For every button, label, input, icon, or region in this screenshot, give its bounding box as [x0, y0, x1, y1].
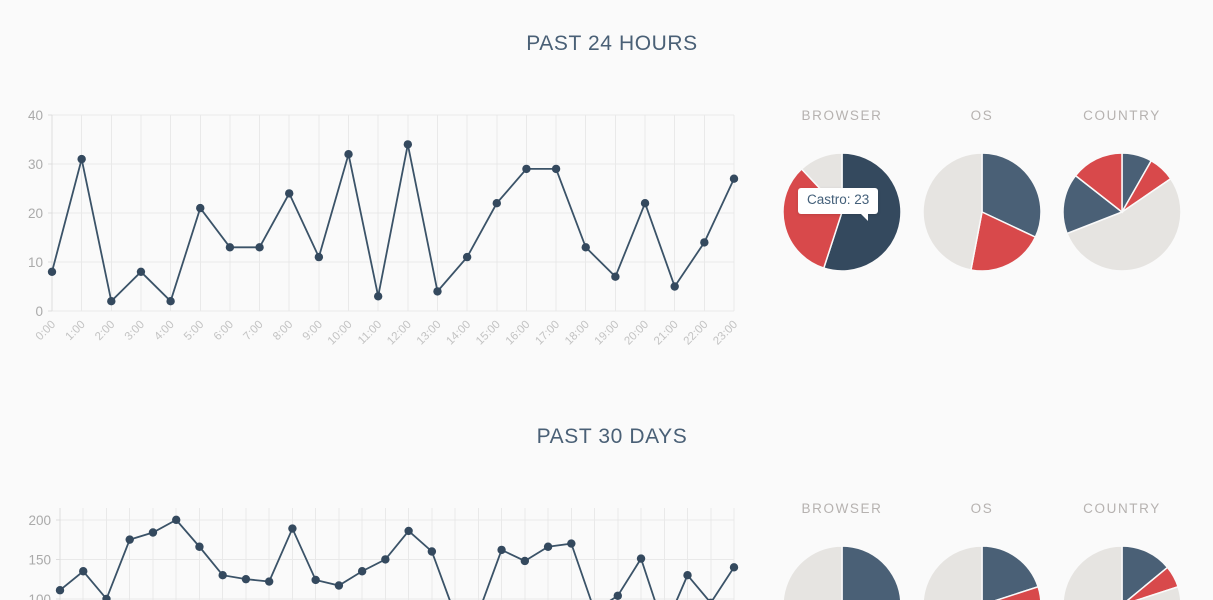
- pie-tooltip-text: Castro: 23: [807, 192, 870, 207]
- line-chart-30d-svg[interactable]: 100 150 200: [0, 488, 760, 600]
- svg-text:20: 20: [28, 206, 43, 221]
- pie-label-browser-30d: BROWSER: [801, 501, 883, 516]
- svg-text:16:00: 16:00: [504, 319, 533, 348]
- svg-text:14:00: 14:00: [444, 319, 473, 348]
- pie-country-30d-svg[interactable]: [1062, 545, 1182, 600]
- pie-label-browser-24h: BROWSER: [801, 108, 883, 123]
- line-chart-past-24-hours[interactable]: 0 10 20 30 40 0:00 1:00 2:00 3:00 4:00 5:00 6:00 7:0…: [0, 95, 760, 380]
- svg-text:40: 40: [28, 108, 43, 123]
- tooltip-pointer-icon: [860, 212, 869, 221]
- svg-text:3:00: 3:00: [123, 319, 147, 343]
- pie-label-os-24h: OS: [970, 108, 994, 123]
- svg-text:20:00: 20:00: [622, 319, 651, 348]
- pie-chart-country-24h[interactable]: [1062, 152, 1182, 277]
- svg-text:1:00: 1:00: [63, 319, 87, 343]
- dashboard-root: PAST 24 HOURS 0 10 20 30 40 0:00 1:00 2:00 3:00 4…: [0, 0, 1213, 600]
- svg-text:5:00: 5:00: [182, 319, 206, 343]
- svg-text:15:00: 15:00: [474, 319, 503, 348]
- pie-chart-browser-24h[interactable]: [782, 152, 902, 277]
- svg-text:8:00: 8:00: [271, 319, 295, 343]
- svg-text:18:00: 18:00: [563, 319, 592, 348]
- pie-label-country-24h: COUNTRY: [1083, 108, 1161, 123]
- pie-label-country-30d: COUNTRY: [1083, 501, 1161, 516]
- line-chart-past-30-days[interactable]: 100 150 200: [0, 488, 760, 600]
- svg-text:12:00: 12:00: [385, 319, 414, 348]
- pie-os-30d-svg[interactable]: [922, 545, 1042, 600]
- pie-label-os-30d: OS: [970, 501, 994, 516]
- svg-text:13:00: 13:00: [415, 319, 444, 348]
- pie-tooltip-browser-24h: Castro: 23: [798, 188, 879, 221]
- svg-text:21:00: 21:00: [652, 319, 681, 348]
- svg-text:200: 200: [28, 513, 51, 528]
- svg-text:9:00: 9:00: [301, 319, 325, 343]
- svg-text:150: 150: [28, 552, 51, 567]
- line-chart-24h-svg[interactable]: 0 10 20 30 40 0:00 1:00 2:00 3:00 4:00 5:00 6:00 7:0…: [0, 95, 760, 380]
- page-title-past-30-days: PAST 30 DAYS: [536, 425, 688, 448]
- pie-chart-os-24h[interactable]: [922, 152, 1042, 277]
- svg-text:23:00: 23:00: [711, 319, 740, 348]
- svg-text:10:00: 10:00: [326, 319, 355, 348]
- svg-text:19:00: 19:00: [593, 319, 622, 348]
- pie-os-24h-svg[interactable]: [922, 152, 1042, 272]
- pie-browser-30d-svg[interactable]: [782, 545, 902, 600]
- svg-text:100: 100: [28, 592, 51, 600]
- svg-text:11:00: 11:00: [356, 319, 384, 347]
- page-title-past-24-hours: PAST 24 HOURS: [526, 32, 698, 55]
- svg-text:7:00: 7:00: [241, 319, 265, 343]
- svg-text:2:00: 2:00: [93, 319, 117, 343]
- pie-chart-country-30d[interactable]: [1062, 545, 1182, 600]
- pie-chart-os-30d[interactable]: [922, 545, 1042, 600]
- svg-text:17:00: 17:00: [533, 319, 562, 348]
- svg-text:22:00: 22:00: [682, 319, 711, 348]
- svg-text:0:00: 0:00: [34, 319, 58, 343]
- svg-text:4:00: 4:00: [152, 319, 176, 343]
- pie-country-24h-svg[interactable]: [1062, 152, 1182, 272]
- pie-chart-browser-30d[interactable]: [782, 545, 902, 600]
- svg-text:30: 30: [28, 157, 43, 172]
- svg-text:6:00: 6:00: [212, 319, 236, 343]
- svg-text:0: 0: [35, 304, 43, 319]
- svg-text:10: 10: [28, 255, 43, 270]
